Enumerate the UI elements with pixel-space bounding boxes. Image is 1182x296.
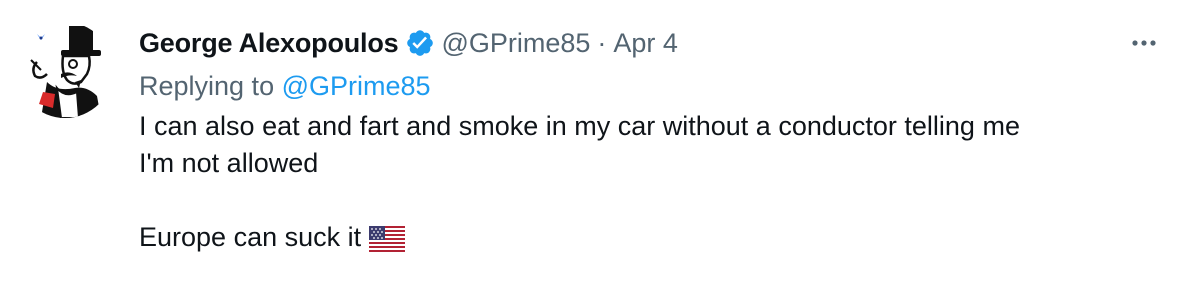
author-display-name[interactable]: George Alexopoulos xyxy=(139,28,399,59)
verified-badge-icon[interactable] xyxy=(405,28,435,58)
tweet-text-line: I'm not allowed xyxy=(139,148,319,178)
author-handle[interactable]: @GPrime85 xyxy=(441,28,590,59)
tweet-header: George Alexopoulos @GPrime85 · Apr 4 xyxy=(139,22,1156,64)
us-flag-emoji-icon xyxy=(369,225,406,262)
replying-to-handle-link[interactable]: @GPrime85 xyxy=(282,71,431,101)
monocle-top-hat-man-icon xyxy=(17,22,113,118)
tweet-text-line: I can also eat and fart and smoke in my … xyxy=(139,111,1020,141)
replying-to-prefix: Replying to xyxy=(139,71,282,101)
avatar[interactable] xyxy=(17,22,113,118)
replying-to: Replying to @GPrime85 xyxy=(139,64,1149,108)
tweet-text: I can also eat and fart and smoke in my … xyxy=(139,108,1159,262)
more-options-icon[interactable] xyxy=(1127,30,1161,56)
tweet[interactable]: George Alexopoulos @GPrime85 · Apr 4 Rep… xyxy=(0,0,1182,296)
tweet-text-line: Europe can suck it xyxy=(139,219,1159,262)
tweet-date[interactable]: Apr 4 xyxy=(613,28,678,59)
tweet-content: George Alexopoulos @GPrime85 · Apr 4 Rep… xyxy=(139,22,1156,262)
tweet-text-line-content: Europe can suck it xyxy=(139,222,362,252)
header-separator: · xyxy=(597,27,607,58)
